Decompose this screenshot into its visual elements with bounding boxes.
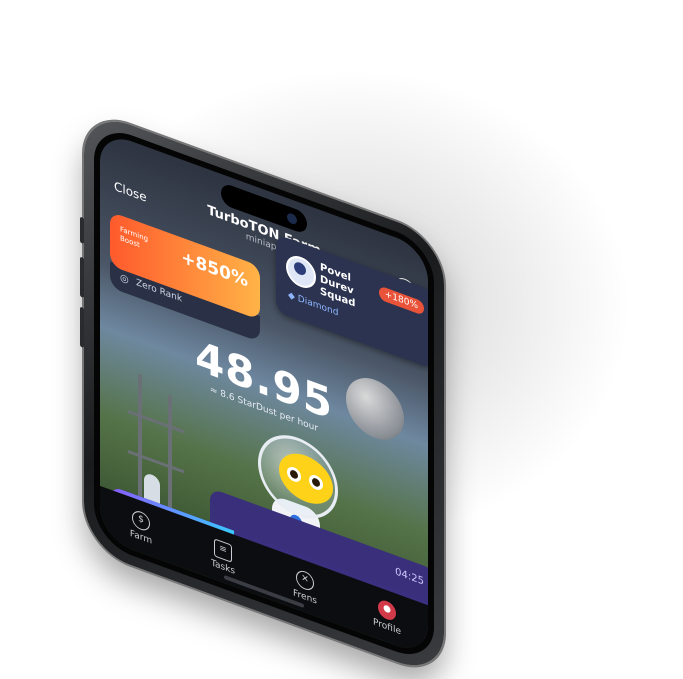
boost-label: Farming Boost bbox=[120, 225, 149, 250]
side-button bbox=[80, 306, 84, 348]
tab-farm[interactable]: $ Farm bbox=[111, 500, 171, 553]
side-button bbox=[80, 216, 84, 244]
frog-eye bbox=[287, 464, 301, 484]
diamond-icon: ◆ bbox=[288, 290, 298, 304]
squad-boost-badge: +180% bbox=[378, 285, 424, 316]
farming-timer: 04:25 bbox=[395, 566, 424, 588]
tasks-icon: ≡ bbox=[214, 537, 232, 563]
tab-frens[interactable]: ✕ Frens bbox=[275, 560, 335, 613]
squad-card[interactable]: Povel Durev Squad +180% ◆ Diamond bbox=[276, 233, 428, 370]
tab-label: Farm bbox=[129, 528, 153, 547]
rank-icon: ◎ bbox=[120, 272, 129, 287]
frog-face bbox=[279, 445, 333, 512]
tab-tasks[interactable]: ≡ Tasks bbox=[193, 530, 253, 583]
boost-percent: +850% bbox=[181, 247, 248, 292]
tab-profile[interactable]: ● Profile bbox=[357, 590, 417, 643]
tab-label: Profile bbox=[373, 616, 401, 637]
side-button bbox=[80, 256, 84, 298]
frog-eye bbox=[309, 472, 323, 492]
dollar-icon: $ bbox=[132, 507, 150, 533]
squad-avatar bbox=[286, 251, 316, 293]
camera-icon bbox=[287, 211, 297, 226]
profile-icon: ● bbox=[378, 597, 396, 623]
frens-icon: ✕ bbox=[296, 567, 314, 593]
